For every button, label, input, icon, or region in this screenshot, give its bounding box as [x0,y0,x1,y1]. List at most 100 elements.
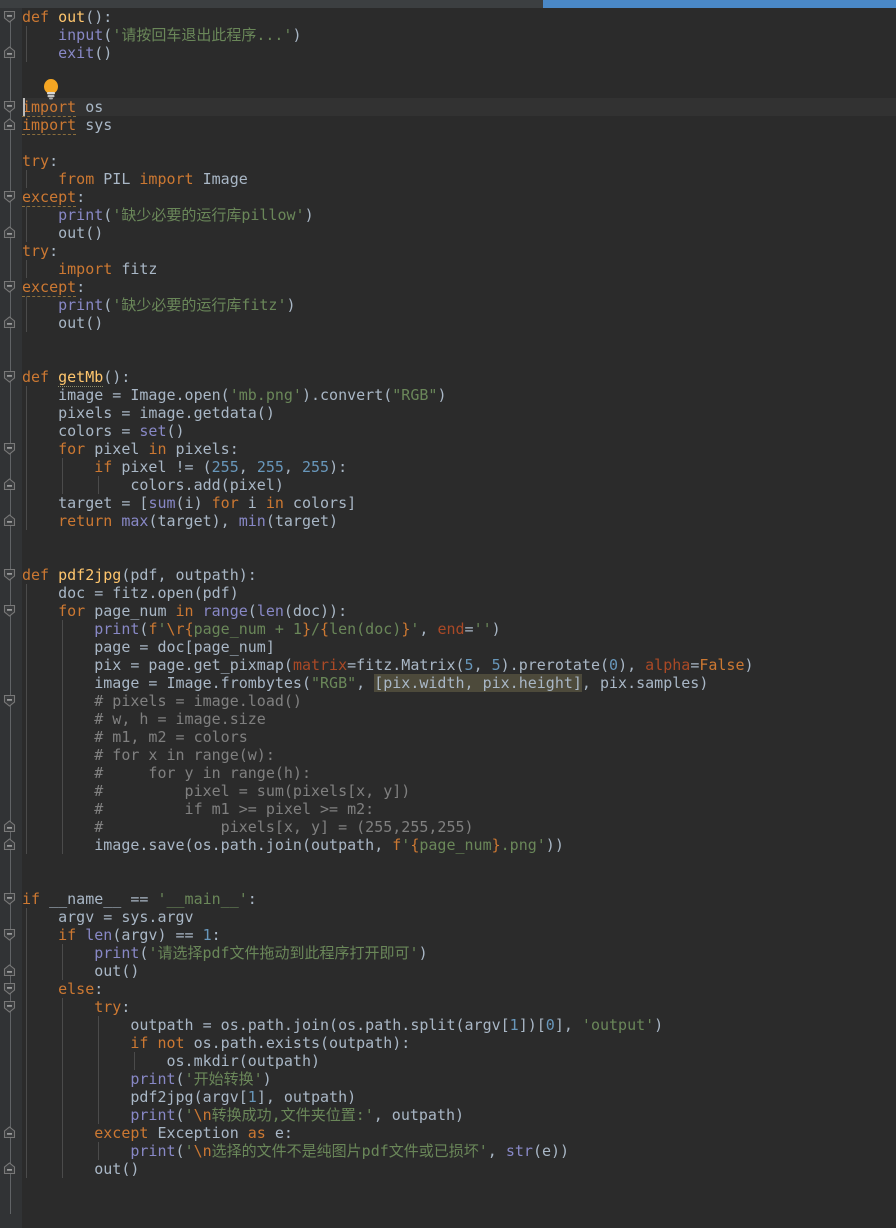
code-line[interactable]: colors = set() [22,422,896,440]
code-line[interactable] [22,62,896,80]
fold-collapse-icon[interactable] [3,442,18,457]
code-line[interactable] [22,548,896,566]
intention-lightbulb-icon[interactable] [41,78,61,104]
code-line[interactable]: import os [22,98,896,117]
fold-end-icon[interactable] [3,820,18,835]
code-line[interactable]: image.save(os.path.join(outpath, f'{page… [22,836,896,854]
fold-end-icon[interactable] [3,838,18,853]
indent-guide [62,728,64,746]
code-line[interactable]: colors.add(pixel) [22,476,896,494]
code-line[interactable]: def getMb(): [22,368,896,387]
code-text: # m1, m2 = colors [94,728,248,746]
code-line[interactable]: return max(target), min(target) [22,512,896,530]
code-line[interactable]: target = [sum(i) for i in colors] [22,494,896,512]
code-line[interactable]: except Exception as e: [22,1124,896,1142]
code-line[interactable] [22,854,896,872]
code-line[interactable]: print('缺少必要的运行库fitz') [22,296,896,314]
horizontal-scrollbar-track[interactable] [0,0,896,8]
fold-collapse-icon[interactable] [3,928,18,943]
code-line[interactable]: print('请选择pdf文件拖动到此程序打开即可') [22,944,896,962]
code-editor[interactable]: def out(): input('请按回车退出此程序...') exit() i… [0,0,896,1228]
code-line[interactable]: print('\n选择的文件不是纯图片pdf文件或已损坏', str(e)) [22,1142,896,1160]
code-line[interactable]: if pixel != (255, 255, 255): [22,458,896,476]
code-line[interactable]: print(f'\r{page_num + 1}/{len(doc)}', en… [22,620,896,638]
code-line[interactable]: # w, h = image.size [22,710,896,728]
code-line[interactable]: def pdf2jpg(pdf, outpath): [22,566,896,584]
code-line[interactable]: if len(argv) == 1: [22,926,896,944]
code-line[interactable]: print('缺少必要的运行库pillow') [22,206,896,224]
fold-collapse-icon[interactable] [3,892,18,907]
code-line[interactable]: print('\n转换成功,文件夹位置:', outpath) [22,1106,896,1124]
code-line[interactable]: for page_num in range(len(doc)): [22,602,896,620]
code-line[interactable]: page = doc[page_num] [22,638,896,656]
code-line[interactable]: except: [22,188,896,207]
code-line[interactable]: # pixel = sum(pixels[x, y]) [22,782,896,800]
code-line[interactable]: out() [22,962,896,980]
editor-gutter[interactable] [0,8,22,1228]
fold-end-icon[interactable] [3,1162,18,1177]
code-line[interactable]: try: [22,152,896,170]
code-line[interactable]: # if m1 >= pixel >= m2: [22,800,896,818]
code-line[interactable]: import sys [22,116,896,135]
code-text: # pixels = image.load() [94,692,302,710]
code-line[interactable]: exit() [22,44,896,62]
indent-guide [26,1142,27,1160]
fold-end-icon[interactable] [3,316,18,331]
code-line[interactable]: if __name__ == '__main__': [22,890,896,908]
fold-collapse-icon[interactable] [3,100,18,115]
code-line[interactable]: print('开始转换') [22,1070,896,1088]
code-line[interactable]: out() [22,314,896,332]
fold-collapse-icon[interactable] [3,190,18,205]
code-line[interactable]: try: [22,998,896,1016]
code-line[interactable]: # for x in range(w): [22,746,896,764]
fold-collapse-icon[interactable] [3,1000,18,1015]
code-line[interactable]: def out(): [22,8,896,26]
code-line[interactable]: for pixel in pixels: [22,440,896,458]
code-line[interactable]: except: [22,278,896,297]
text-caret [23,98,25,116]
code-line[interactable] [22,80,896,98]
code-line[interactable]: # for y in range(h): [22,764,896,782]
code-line[interactable]: image = Image.open('mb.png').convert("RG… [22,386,896,404]
code-line[interactable]: out() [22,224,896,242]
fold-collapse-icon[interactable] [3,370,18,385]
fold-collapse-icon[interactable] [3,10,18,25]
code-line[interactable]: from PIL import Image [22,170,896,188]
code-line[interactable]: # pixels = image.load() [22,692,896,710]
fold-collapse-icon[interactable] [3,694,18,709]
code-line[interactable] [22,134,896,152]
code-line[interactable]: pix = page.get_pixmap(matrix=fitz.Matrix… [22,656,896,674]
code-content[interactable]: def out(): input('请按回车退出此程序...') exit() i… [22,8,896,1228]
code-line[interactable]: if not os.path.exists(outpath): [22,1034,896,1052]
code-line[interactable] [22,872,896,890]
code-line[interactable]: pixels = image.getdata() [22,404,896,422]
code-line[interactable]: doc = fitz.open(pdf) [22,584,896,602]
fold-end-icon[interactable] [3,118,18,133]
code-line[interactable] [22,350,896,368]
code-line[interactable]: out() [22,1160,896,1178]
fold-end-icon[interactable] [3,1126,18,1141]
fold-end-icon[interactable] [3,226,18,241]
code-line[interactable]: import fitz [22,260,896,278]
code-line[interactable]: image = Image.frombytes("RGB", [pix.widt… [22,674,896,692]
code-line[interactable]: os.mkdir(outpath) [22,1052,896,1070]
code-line[interactable]: outpath = os.path.join(os.path.split(arg… [22,1016,896,1034]
code-line[interactable]: pdf2jpg(argv[1], outpath) [22,1088,896,1106]
code-line[interactable] [22,530,896,548]
fold-end-icon[interactable] [3,964,18,979]
code-line[interactable]: argv = sys.argv [22,908,896,926]
fold-collapse-icon[interactable] [3,568,18,583]
horizontal-scrollbar-thumb[interactable] [543,0,896,8]
fold-collapse-icon[interactable] [3,280,18,295]
code-line[interactable]: # m1, m2 = colors [22,728,896,746]
code-line[interactable]: else: [22,980,896,998]
code-line[interactable]: try: [22,242,896,260]
fold-end-icon[interactable] [3,46,18,61]
fold-end-icon[interactable] [3,514,18,529]
fold-collapse-icon[interactable] [3,604,18,619]
fold-end-icon[interactable] [3,478,18,493]
code-line[interactable] [22,332,896,350]
fold-collapse-icon[interactable] [3,982,18,997]
code-line[interactable]: # pixels[x, y] = (255,255,255) [22,818,896,836]
code-line[interactable]: input('请按回车退出此程序...') [22,26,896,44]
